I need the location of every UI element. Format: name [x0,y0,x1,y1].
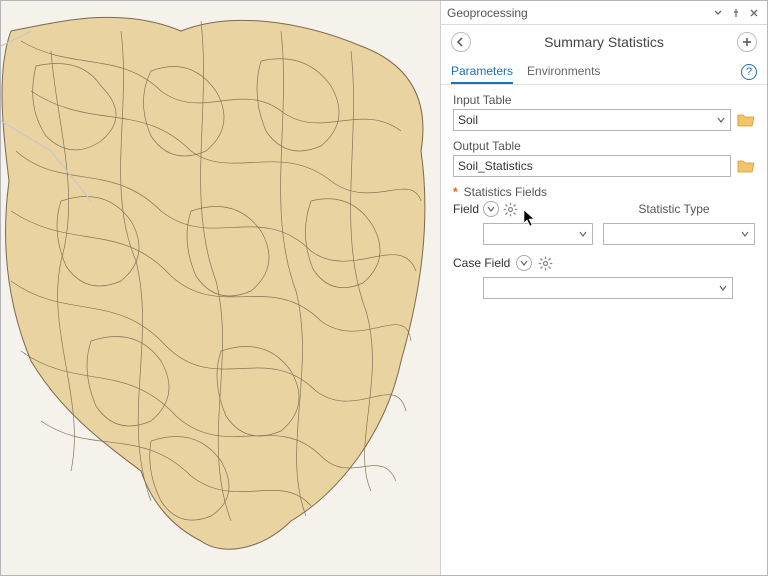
chevron-down-icon [578,229,588,239]
stat-type-dropdown[interactable] [603,223,755,245]
param-statistics-fields: * Statistics Fields Field Statistic Type [453,185,755,245]
param-case-field: Case Field [453,255,755,299]
help-icon[interactable]: ? [741,64,757,80]
panel-title: Geoprocessing [447,6,707,20]
input-table-value: Soil [458,113,478,127]
tab-parameters[interactable]: Parameters [451,59,513,84]
param-output-table: Output Table Soil_Statistics [453,139,755,177]
close-icon[interactable] [747,6,761,20]
field-expand-button[interactable] [483,201,499,217]
map-canvas [1,1,441,575]
tab-bar: Parameters Environments ? [441,59,767,85]
case-settings-icon[interactable] [538,256,553,271]
add-button[interactable] [737,32,757,52]
browse-input-icon[interactable] [737,112,755,128]
field-header: Field [453,202,479,216]
case-field-dropdown[interactable] [483,277,733,299]
label-input-table: Input Table [453,93,755,107]
collapse-icon[interactable] [711,6,725,20]
tab-environments[interactable]: Environments [527,59,600,84]
chevron-down-icon [740,229,750,239]
required-asterisk: * [453,185,458,199]
parameters-form: Input Table Soil Output Table Soil_Stati… [441,85,767,315]
chevron-down-icon [718,283,728,293]
case-expand-button[interactable] [516,255,532,271]
map-view[interactable] [1,1,441,575]
tool-header: Summary Statistics [441,25,767,59]
field-settings-icon[interactable] [503,202,518,217]
chevron-down-icon [716,115,726,125]
output-table-input[interactable]: Soil_Statistics [453,155,731,177]
panel-header: Geoprocessing [441,1,767,25]
geoprocessing-panel: Geoprocessing Summary Statistics Paramet… [441,1,767,575]
back-button[interactable] [451,32,471,52]
param-input-table: Input Table Soil [453,93,755,131]
browse-output-icon[interactable] [737,158,755,174]
tool-title: Summary Statistics [471,34,737,50]
label-statistics-fields: * Statistics Fields [453,185,755,199]
input-table-select[interactable]: Soil [453,109,731,131]
stat-field-dropdown[interactable] [483,223,593,245]
label-case-field: Case Field [453,256,510,270]
pin-icon[interactable] [729,6,743,20]
output-table-value: Soil_Statistics [458,159,533,173]
label-output-table: Output Table [453,139,755,153]
statistic-type-header: Statistic Type [593,202,755,216]
app-window: Geoprocessing Summary Statistics Paramet… [0,0,768,576]
